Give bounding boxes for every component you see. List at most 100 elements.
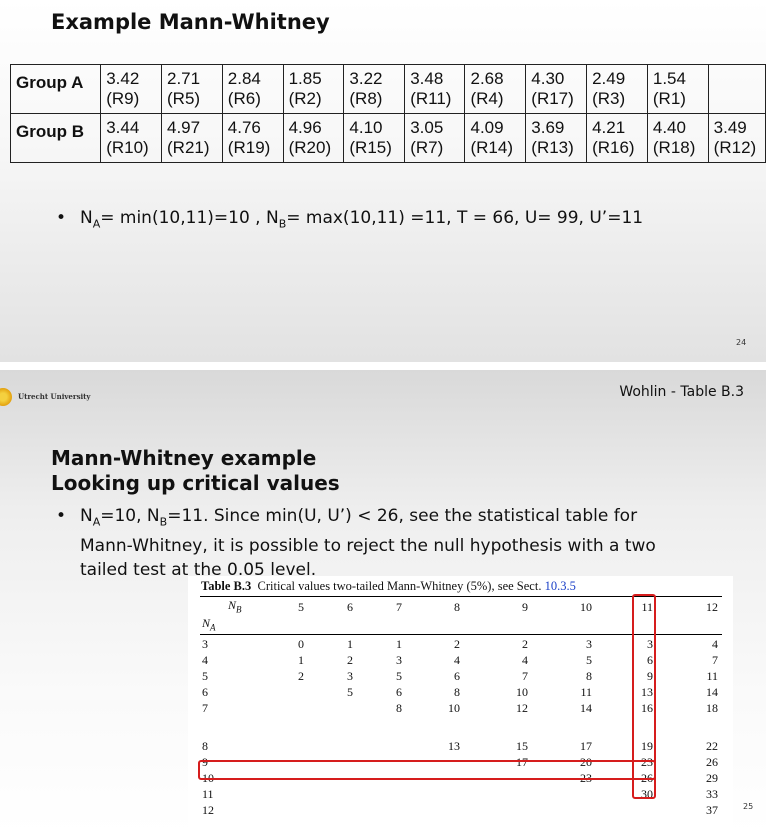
na-row-label: 5 [202, 669, 208, 683]
cell-value: 4.09 [470, 118, 504, 137]
group-name: Group B [9, 113, 102, 163]
critical-value: 8 [396, 701, 402, 715]
section-link[interactable]: 10.3.5 [545, 579, 576, 593]
explanation-bullet: • NA=10, NB=11. Since min(U, U’) < 26, s… [56, 504, 740, 582]
cell-rank: (R9) [106, 89, 140, 108]
cell-rank: (R15) [349, 138, 392, 157]
rank-cell: 2.68 (R4) [464, 64, 527, 114]
slide-title: Example Mann-Whitney [51, 10, 330, 34]
na-row-label: 11 [202, 787, 214, 801]
university-name: Utrecht University [18, 392, 91, 401]
group-name: Group A [9, 64, 102, 114]
critical-value: 5 [586, 653, 592, 667]
na-row-label: 4 [202, 653, 208, 667]
slide-title-line1: Mann-Whitney example [51, 446, 317, 470]
cell-value: 1.54 [652, 69, 686, 88]
highlight-row-na-10 [198, 760, 656, 780]
critical-value: 1 [347, 637, 353, 651]
cell-rank: (R13) [531, 138, 574, 157]
rank-cell: 3.49 (R12) [707, 113, 766, 163]
critical-value: 11 [580, 685, 592, 699]
critical-value: 2 [454, 637, 460, 651]
table-caption: Table B.3 Critical values two-tailed Man… [201, 579, 576, 593]
cell-value: 2.49 [592, 69, 626, 88]
critical-value: 1 [396, 637, 402, 651]
na-row-label: 7 [202, 701, 208, 715]
slide-title-line2: Looking up critical values [51, 471, 340, 495]
cell-value: 3.42 [106, 69, 140, 88]
rank-cell: 3.44 (R10) [100, 113, 162, 163]
utrecht-university-logo [0, 388, 12, 406]
rank-cell: 4.76 (R19) [221, 113, 284, 163]
cell-value: 4.96 [288, 118, 322, 137]
critical-value: 15 [516, 739, 528, 753]
slide-24: Example Mann-Whitney Group A 3.42 (R9) 2.71… [0, 0, 766, 362]
nb-header: 10 [580, 600, 592, 614]
cell-rank: (R1) [652, 89, 686, 108]
slide-separator [0, 362, 766, 370]
critical-value: 17 [580, 739, 592, 753]
cell-rank: (R3) [592, 89, 626, 108]
cell-value: 3.44 [106, 118, 140, 137]
cell-rank: (R21) [167, 138, 210, 157]
critical-value: 2 [522, 637, 528, 651]
cell-rank: (R16) [592, 138, 635, 157]
nb-axis-label: NB [228, 598, 242, 615]
critical-value: 13 [448, 739, 460, 753]
rank-cell: 3.48 (R11) [404, 64, 466, 114]
critical-value: 10 [448, 701, 460, 715]
critical-value: 4 [522, 653, 528, 667]
cell-value: 4.97 [167, 118, 201, 137]
summary-text: NA= min(10,11)=10 , NB= max(10,11) =11, … [80, 208, 644, 231]
page-number: 25 [743, 802, 754, 811]
cell-value: 1.85 [288, 69, 322, 88]
critical-value: 1 [298, 653, 304, 667]
critical-value: 2 [298, 669, 304, 683]
rank-cell: 2.71 (R5) [161, 64, 223, 114]
rank-cell: 2.49 (R3) [586, 64, 648, 114]
cell-value: 2.84 [227, 69, 261, 88]
cell-rank: (R4) [470, 89, 504, 108]
cell-rank: (R12) [713, 138, 757, 157]
critical-value: 14 [580, 701, 592, 715]
na-row-label: 6 [202, 685, 208, 699]
cell-value [714, 69, 762, 89]
critical-value: 14 [706, 685, 718, 699]
rank-cell: 4.40 (R18) [646, 113, 709, 163]
cell-rank: (R20) [288, 138, 332, 157]
rank-cell: 2.84 (R6) [221, 64, 284, 114]
cell-value: 3.05 [410, 118, 444, 137]
rank-cell: 4.09 (R14) [464, 113, 527, 163]
critical-value: 0 [298, 637, 304, 651]
group-row: Group A 3.42 (R9) 2.71 (R5) 2.84 (R6) 1.85 (R2) 3… [9, 64, 766, 114]
slide-25: Utrecht University Wohlin - Table B.3 Ma… [0, 370, 766, 834]
critical-value: 37 [706, 803, 718, 817]
explanation-line2: Mann-Whitney, it is possible to reject t… [80, 536, 656, 557]
rank-cell: 1.54 (R1) [646, 64, 709, 114]
cell-rank [714, 89, 762, 109]
critical-value: 6 [396, 685, 402, 699]
critical-value: 7 [522, 669, 528, 683]
cell-rank: (R19) [227, 138, 271, 157]
cell-value: 4.10 [349, 118, 383, 137]
cell-rank: (R5) [167, 89, 201, 108]
group-ranks-table: Group A 3.42 (R9) 2.71 (R5) 2.84 (R6) 1.85 (R2) 3… [9, 64, 766, 163]
nb-header: 6 [347, 600, 353, 614]
cell-value: 4.76 [227, 118, 261, 137]
critical-value: 5 [347, 685, 353, 699]
explanation-line1: NA=10, NB=11. Since min(U, U’) < 26, see… [80, 506, 638, 529]
rank-cell: 4.10 (R15) [343, 113, 406, 163]
critical-value: 18 [706, 701, 718, 715]
group-row: Group B 3.44 (R10) 4.97 (R21) 4.76 (R19) 4.96 (R… [9, 113, 766, 163]
cell-rank: (R7) [410, 138, 444, 157]
critical-value: 22 [706, 739, 718, 753]
cell-rank: (R18) [652, 138, 696, 157]
na-row-label: 8 [202, 739, 208, 753]
na-row-label: 12 [202, 803, 214, 817]
rank-cell [707, 64, 766, 114]
cell-value: 3.48 [410, 69, 444, 88]
rank-cell: 3.42 (R9) [100, 64, 162, 114]
cell-rank: (R11) [410, 89, 452, 108]
critical-value: 6 [454, 669, 460, 683]
critical-value: 4 [454, 653, 460, 667]
